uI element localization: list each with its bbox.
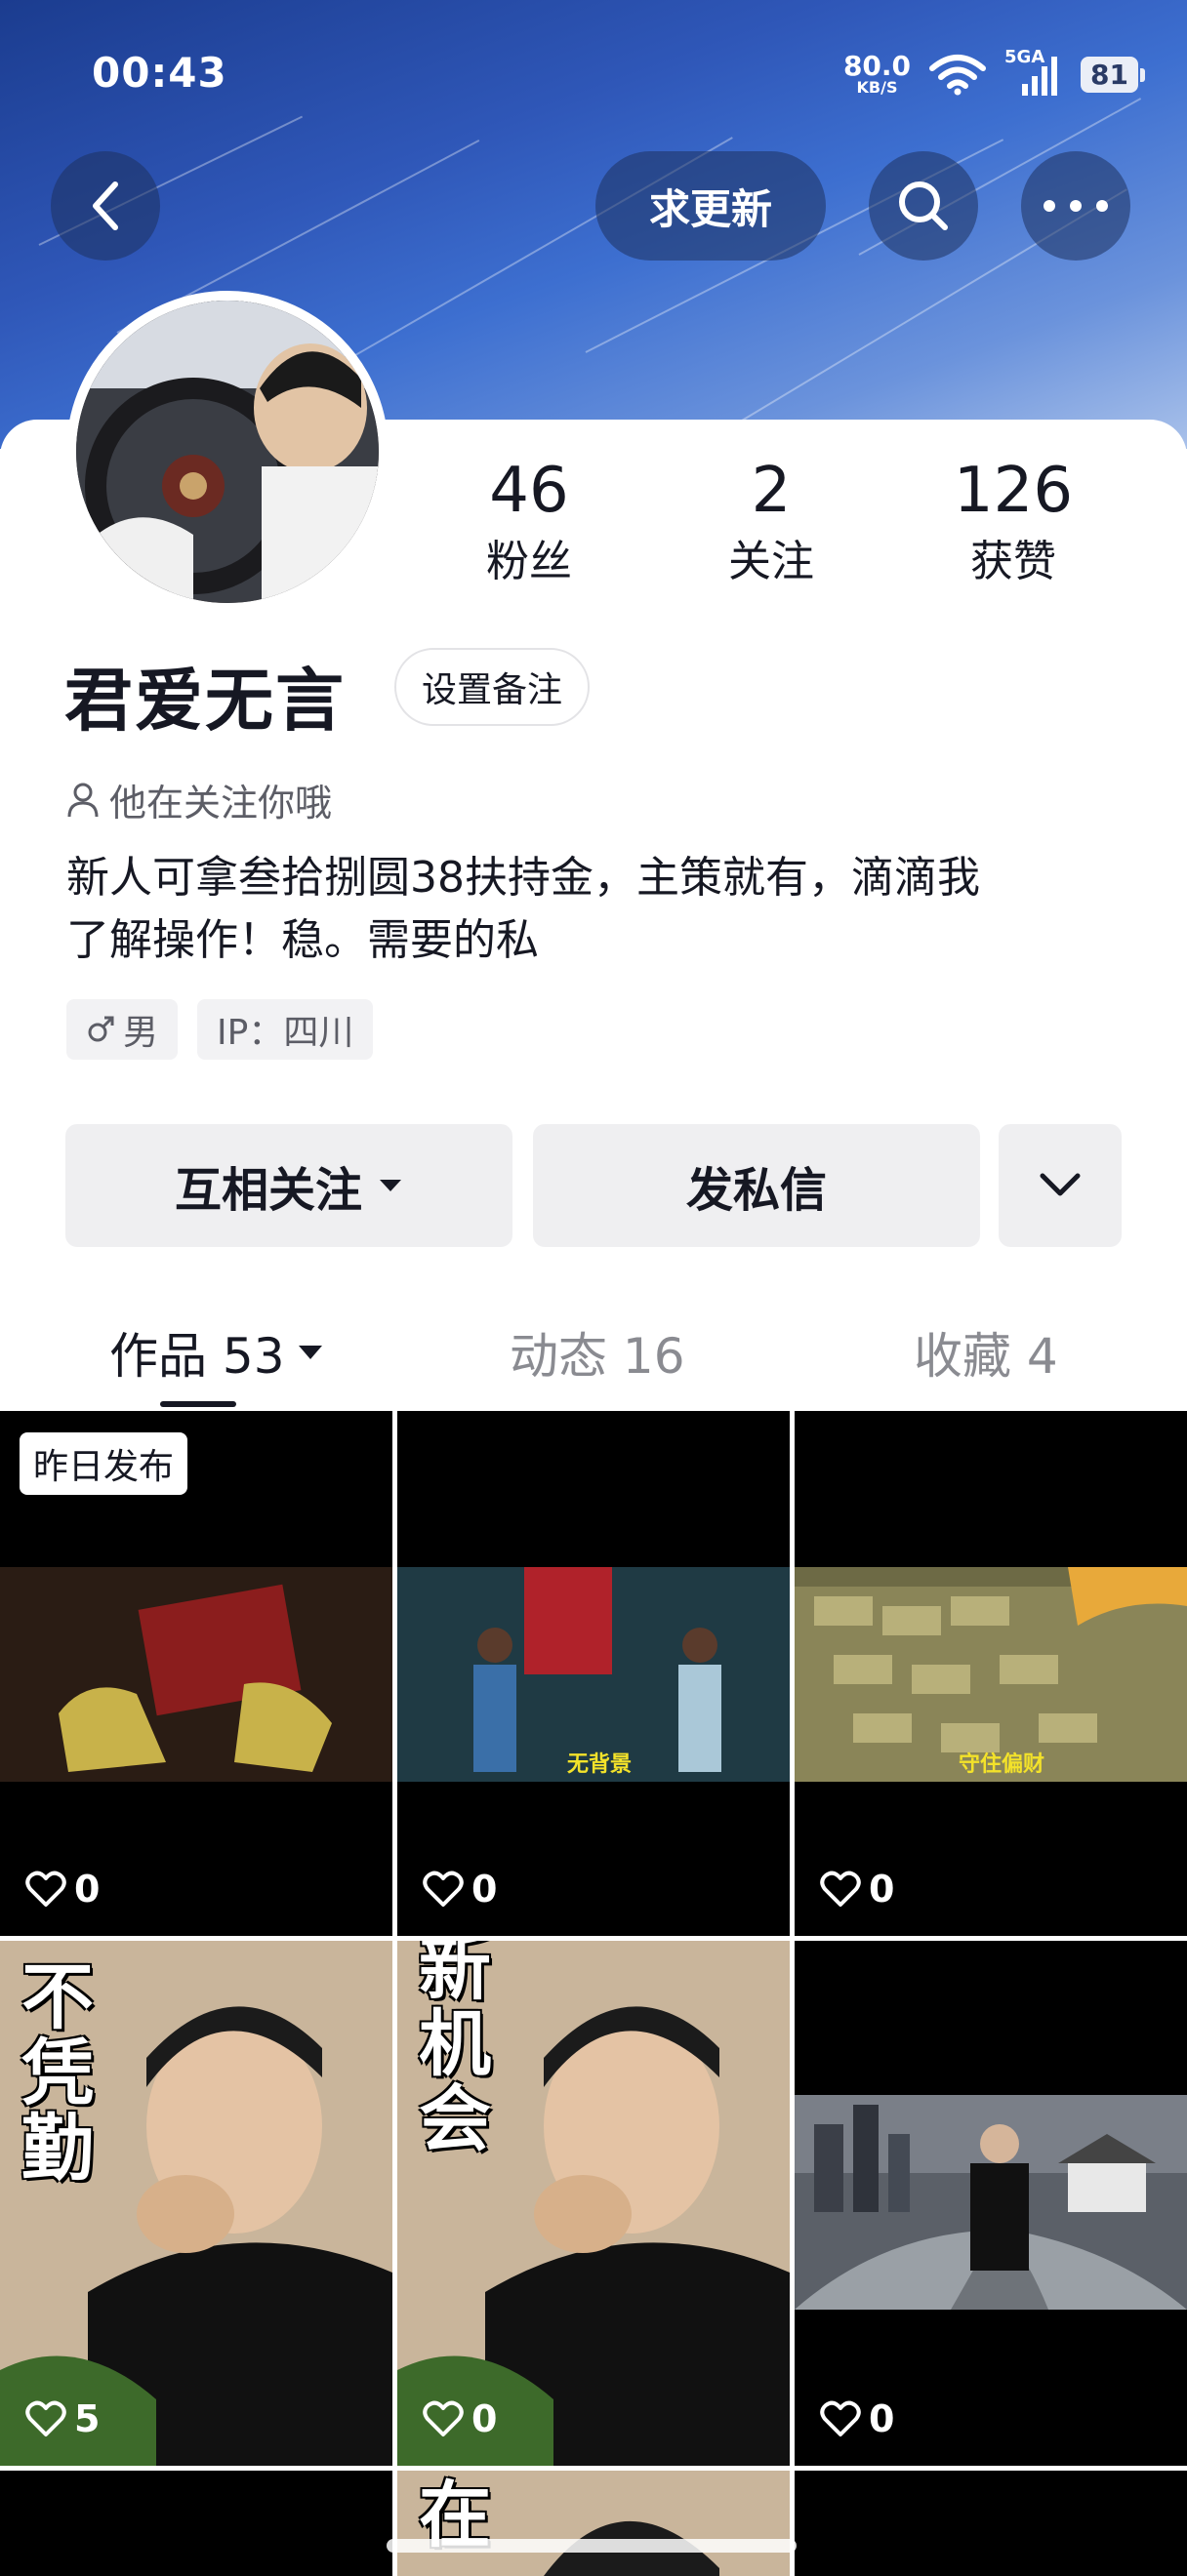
back-button[interactable] (51, 151, 160, 261)
likes-count: 126 (953, 455, 1074, 527)
chevron-down-icon (1040, 1173, 1081, 1196)
avatar[interactable] (66, 291, 389, 613)
heart-icon (820, 1871, 861, 1907)
search-button[interactable] (869, 151, 978, 261)
gender-tag: 男 (66, 999, 179, 1060)
tab-works[interactable]: 作品 53 (109, 1317, 324, 1388)
male-icon (88, 1016, 114, 1042)
video-thumbnail[interactable]: 不凭勤 5 (0, 1941, 392, 2466)
set-remark-button[interactable]: 设置备注 (394, 648, 591, 726)
follow-hint: 他在关注你哦 (66, 773, 332, 826)
like-count: 0 (423, 1868, 497, 1911)
net-speed: 80.0 KB/S (842, 50, 912, 97)
request-update-button[interactable]: 求更新 (595, 151, 826, 261)
nickname: 君爱无言 (64, 661, 346, 741)
video-thumbnail[interactable]: 昨日发布 0 (0, 1411, 392, 1936)
caret-down-icon (298, 1346, 322, 1359)
mutual-follow-button[interactable]: 互相关注 (65, 1124, 512, 1247)
chevron-left-icon (93, 181, 118, 230)
bio: 新人可拿叁拾捌圆38扶持金，主策就有，滴滴我 了解操作！稳。需要的私 (66, 847, 1121, 972)
heart-icon (820, 2400, 861, 2436)
tab-indicator (160, 1401, 236, 1407)
status-icons: 80.0 KB/S 5GA 81 (842, 47, 1145, 98)
video-thumbnail[interactable]: 在 (397, 2471, 790, 2576)
followers-count: 46 (489, 455, 569, 527)
content-tabs: 作品 53 动态 16 收藏 4 (0, 1288, 1187, 1407)
like-count: 0 (820, 1868, 894, 1911)
like-count: 0 (820, 2397, 894, 2440)
video-thumbnail[interactable]: 无背景 0 (397, 1411, 790, 1936)
likes-label: 获赞 (970, 537, 1056, 587)
tab-activity[interactable]: 动态 16 (510, 1317, 685, 1388)
video-caption: 守住偏财 (959, 1752, 1045, 1777)
heart-icon (25, 1871, 66, 1907)
profile-tags: 男 IP：四川 (66, 999, 374, 1060)
new-badge: 昨日发布 (20, 1432, 188, 1495)
signal-icon: 5GA (1004, 47, 1063, 98)
more-icon (1044, 200, 1108, 212)
heart-icon (423, 2400, 464, 2436)
battery-indicator: 81 (1081, 56, 1145, 93)
wifi-icon (929, 55, 987, 96)
video-thumbnail[interactable] (0, 2471, 392, 2576)
video-caption: 新机会 (419, 1941, 491, 2162)
bio-line: 了解操作！稳。需要的私 (66, 915, 539, 965)
followers-stat[interactable]: 46 粉丝 (431, 455, 627, 588)
bio-line: 新人可拿叁拾捌圆38扶持金，主策就有，滴滴我 (66, 853, 980, 903)
home-indicator[interactable] (387, 2539, 797, 2553)
more-button[interactable] (1021, 151, 1130, 261)
likes-stat[interactable]: 126 获赞 (916, 455, 1111, 588)
message-button[interactable]: 发私信 (533, 1124, 980, 1247)
follow-hint-text: 他在关注你哦 (109, 782, 333, 825)
like-count: 0 (25, 1868, 100, 1911)
video-caption: 无背景 (567, 1752, 633, 1777)
like-count: 5 (25, 2397, 100, 2440)
caret-down-icon (380, 1180, 401, 1191)
followers-label: 粉丝 (486, 537, 572, 587)
video-thumbnail[interactable]: 守住偏财 0 (795, 1411, 1187, 1936)
video-thumbnail[interactable]: 新机会 0 (397, 1941, 790, 2466)
ip-tag: IP：四川 (197, 999, 374, 1060)
video-thumbnail[interactable] (795, 2471, 1187, 2576)
video-thumbnail[interactable]: 0 (795, 1941, 1187, 2466)
heart-icon (423, 1871, 464, 1907)
like-count: 0 (423, 2397, 497, 2440)
expand-button[interactable] (999, 1124, 1122, 1247)
video-grid: 昨日发布 0 无背景 0 守住偏财 0 不凭勤 5 新机会 0 0 在 (0, 1411, 1187, 2576)
person-icon (67, 783, 99, 817)
search-icon (899, 181, 948, 230)
heart-icon (25, 2400, 66, 2436)
video-caption: 不凭勤 (21, 1955, 94, 2192)
status-time: 00:43 (92, 49, 227, 97)
following-label: 关注 (728, 537, 814, 587)
following-stat[interactable]: 2 关注 (674, 455, 869, 588)
following-count: 2 (751, 455, 792, 527)
tab-favorites[interactable]: 收藏 4 (914, 1317, 1058, 1388)
